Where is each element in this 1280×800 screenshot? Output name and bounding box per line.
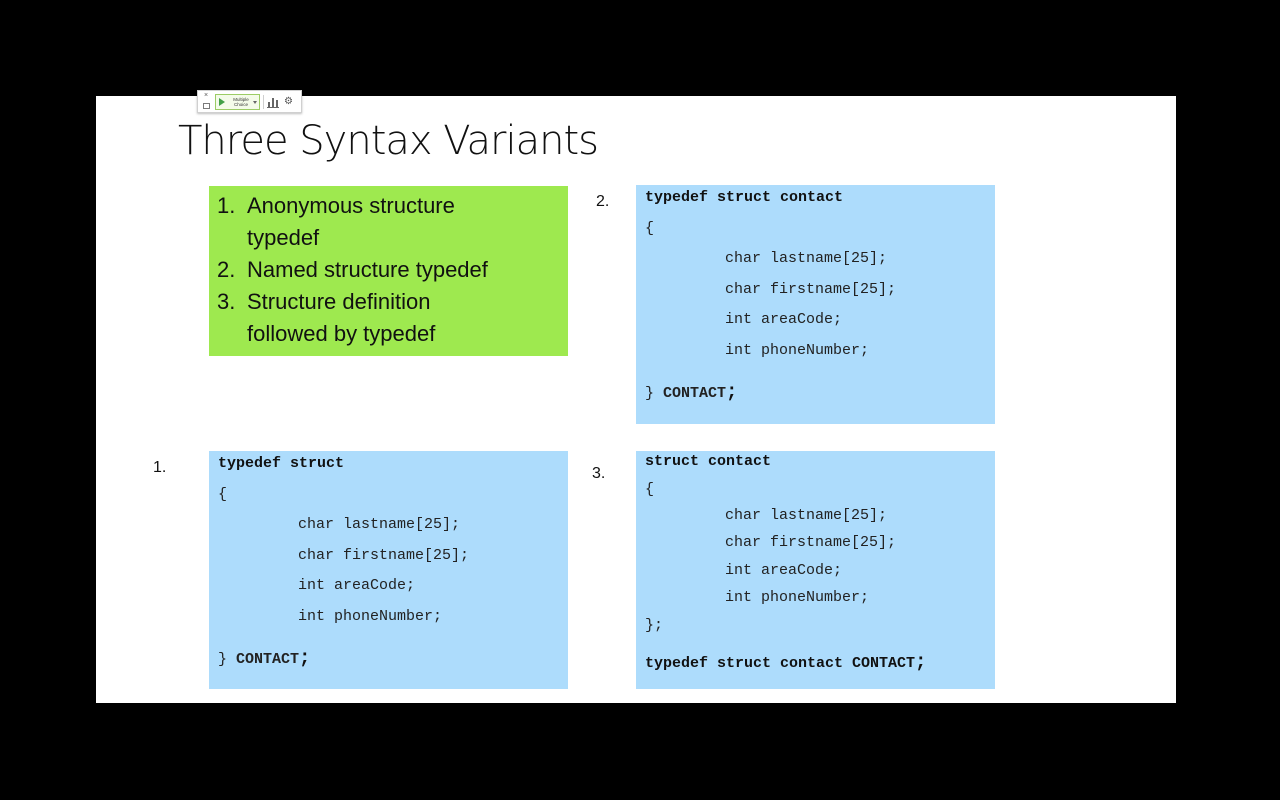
toolbar-divider [263, 95, 264, 109]
list-item-number: 3. [217, 289, 236, 314]
list-item-text: followed by typedef [247, 321, 436, 346]
play-icon [219, 98, 225, 106]
code-close-brace: } [218, 651, 228, 668]
list-item-text: typedef [247, 225, 320, 250]
poll-type-label: Multiple Choice [233, 97, 249, 107]
variant-2-code-box: typedef struct contact { char lastname[2… [636, 185, 995, 424]
code-field: char firstname[25]; [725, 534, 897, 551]
code-open-brace: { [218, 486, 228, 503]
code-field: char lastname[25]; [298, 516, 461, 533]
variant-2-number: 2. [596, 193, 610, 210]
code-header: typedef struct [218, 455, 345, 472]
list-item: 1. Anonymous structure typedef [217, 190, 488, 254]
code-field: int phoneNumber; [298, 608, 443, 625]
variants-summary-box: 1. Anonymous structure typedef 2. Named … [209, 186, 568, 356]
variant-3-number: 3. [592, 465, 606, 482]
code-type-name: CONTACT [236, 651, 300, 668]
code-semicolon: ; [915, 651, 927, 673]
code-close-brace: }; [645, 617, 664, 634]
close-icon[interactable]: × [204, 92, 208, 100]
code-open-brace: { [645, 481, 655, 498]
list-item-text: Structure definition [247, 289, 431, 314]
list-item: 2. Named structure typedef [217, 254, 488, 286]
list-item: 3. Structure definition followed by type… [217, 286, 488, 350]
code-field: int areaCode; [298, 577, 416, 594]
variants-summary-list: 1. Anonymous structure typedef 2. Named … [217, 190, 488, 350]
list-item-number: 2. [217, 257, 236, 282]
variant-3-code-box: struct contact { char lastname[25]; char… [636, 451, 995, 689]
bar-chart-icon[interactable] [267, 96, 279, 108]
chevron-down-icon[interactable] [253, 101, 257, 104]
code-open-brace: { [645, 220, 655, 237]
code-field: char lastname[25]; [725, 507, 888, 524]
code-typedef-line: typedef struct contact CONTACT; [645, 653, 926, 673]
code-field: char firstname[25]; [725, 281, 897, 298]
code-field: int areaCode; [725, 562, 843, 579]
variant-1-code-box: typedef struct { char lastname[25]; char… [209, 451, 568, 689]
code-field: int areaCode; [725, 311, 843, 328]
code-close-brace: } [645, 385, 655, 402]
code-header: typedef struct contact [645, 189, 844, 206]
code-closing-line: } CONTACT; [218, 649, 310, 669]
code-field: int phoneNumber; [725, 342, 870, 359]
code-typedef-text: typedef struct contact CONTACT [645, 655, 916, 672]
code-closing-line: } CONTACT; [645, 383, 737, 403]
list-item-number: 1. [217, 193, 236, 218]
code-field: char firstname[25]; [298, 547, 470, 564]
pin-icon[interactable] [203, 103, 210, 109]
code-semicolon: ; [726, 381, 738, 403]
code-field: int phoneNumber; [725, 589, 870, 606]
code-semicolon: ; [299, 647, 311, 669]
list-item-text: Anonymous structure [247, 193, 455, 218]
code-field: char lastname[25]; [725, 250, 888, 267]
code-type-name: CONTACT [663, 385, 727, 402]
presentation-viewport: × Multiple Choice ⚙ Three Syntax Variant… [0, 0, 1280, 800]
gear-icon[interactable]: ⚙ [284, 95, 300, 109]
slide-title: Three Syntax Variants [178, 118, 599, 164]
code-header: struct contact [645, 453, 772, 470]
variant-1-number: 1. [153, 459, 167, 476]
launch-poll-button[interactable]: Multiple Choice [215, 94, 260, 110]
poll-toolbar: × Multiple Choice ⚙ [197, 90, 302, 113]
list-item-text: Named structure typedef [247, 257, 488, 282]
